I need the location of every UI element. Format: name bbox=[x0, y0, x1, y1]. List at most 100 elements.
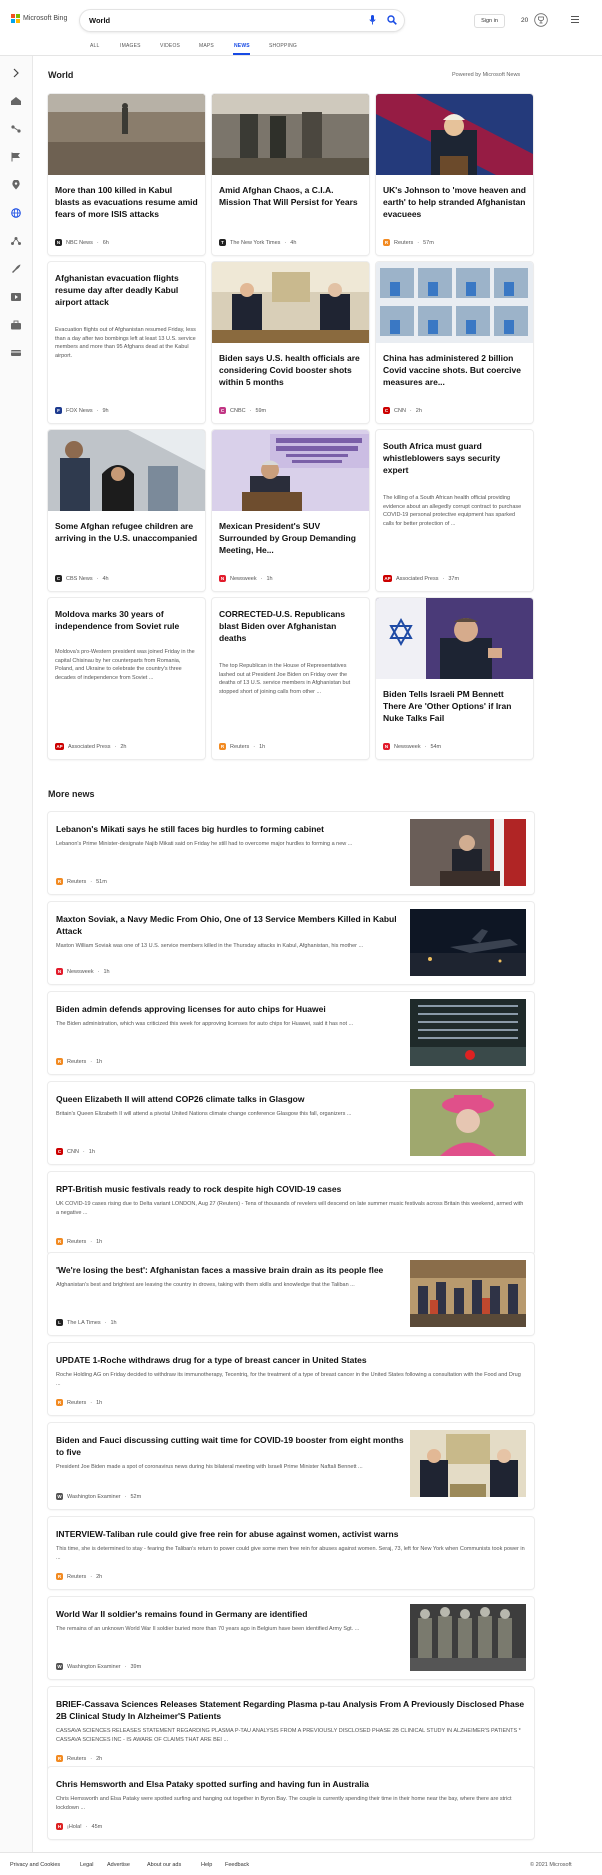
news-card[interactable]: Mexican President's SUV Surrounded by Gr… bbox=[212, 430, 369, 591]
publisher-name[interactable]: Reuters bbox=[67, 1239, 86, 1245]
microphone-icon[interactable] bbox=[369, 15, 376, 25]
card-title[interactable]: South Africa must guard whistleblowers s… bbox=[383, 440, 526, 476]
location-pin-icon[interactable] bbox=[10, 180, 22, 190]
publisher-name[interactable]: Associated Press bbox=[68, 744, 111, 750]
card-title[interactable]: China has administered 2 billion Covid v… bbox=[383, 352, 526, 388]
publisher-name[interactable]: Associated Press bbox=[396, 576, 439, 582]
rewards-trophy-icon[interactable] bbox=[534, 13, 548, 27]
news-list-item[interactable]: 'We're losing the best': Afghanistan fac… bbox=[48, 1253, 534, 1335]
footer-link-advertise[interactable]: Advertise bbox=[107, 1862, 130, 1868]
news-title[interactable]: UPDATE 1-Roche withdraws drug for a type… bbox=[56, 1354, 526, 1366]
news-title[interactable]: Lebanon's Mikati says he still faces big… bbox=[56, 823, 408, 835]
publisher-name[interactable]: ¡Hola! bbox=[67, 1824, 82, 1830]
card-title[interactable]: Amid Afghan Chaos, a C.I.A. Mission That… bbox=[219, 184, 362, 208]
publisher-name[interactable]: Reuters bbox=[67, 1400, 86, 1406]
publisher-name[interactable]: NBC News bbox=[66, 240, 93, 246]
card-title[interactable]: Biden Tells Israeli PM Bennett There Are… bbox=[383, 688, 526, 724]
news-list-item[interactable]: RPT-British music festivals ready to roc… bbox=[48, 1172, 534, 1254]
footer-link-about-ads[interactable]: About our ads bbox=[147, 1862, 181, 1868]
tab-images[interactable]: IMAGES bbox=[120, 43, 141, 49]
news-card[interactable]: More than 100 killed in Kabul blasts as … bbox=[48, 94, 205, 255]
card-title[interactable]: Moldova marks 30 years of independence f… bbox=[55, 608, 198, 632]
publisher-name[interactable]: Newsweek bbox=[67, 969, 94, 975]
news-card[interactable]: UK's Johnson to 'move heaven and earth' … bbox=[376, 94, 533, 255]
news-title[interactable]: INTERVIEW-Taliban rule could give free r… bbox=[56, 1528, 526, 1540]
nodes-icon[interactable] bbox=[10, 236, 22, 246]
footer-link-help[interactable]: Help bbox=[201, 1862, 212, 1868]
expand-arrow-icon[interactable] bbox=[10, 68, 22, 78]
flag-icon[interactable] bbox=[10, 152, 22, 162]
news-list-item[interactable]: Biden admin defends approving licenses f… bbox=[48, 992, 534, 1074]
tab-shopping[interactable]: SHOPPING bbox=[269, 43, 297, 49]
news-card[interactable]: CORRECTED-U.S. Republicans blast Biden o… bbox=[212, 598, 369, 759]
news-card[interactable]: Amid Afghan Chaos, a C.I.A. Mission That… bbox=[212, 94, 369, 255]
tab-all[interactable]: ALL bbox=[90, 43, 100, 49]
news-list-item[interactable]: Chris Hemsworth and Elsa Pataky spotted … bbox=[48, 1767, 534, 1839]
news-list-item[interactable]: World War II soldier's remains found in … bbox=[48, 1597, 534, 1679]
news-title[interactable]: RPT-British music festivals ready to roc… bbox=[56, 1183, 526, 1195]
search-icon[interactable] bbox=[387, 15, 397, 25]
card-title[interactable]: More than 100 killed in Kabul blasts as … bbox=[55, 184, 198, 220]
news-card[interactable]: Moldova marks 30 years of independence f… bbox=[48, 598, 205, 759]
card-title[interactable]: Biden says U.S. health officials are con… bbox=[219, 352, 362, 388]
publisher-name[interactable]: Newsweek bbox=[230, 576, 257, 582]
news-title[interactable]: World War II soldier's remains found in … bbox=[56, 1608, 408, 1620]
publisher-name[interactable]: FOX News bbox=[66, 408, 93, 414]
publisher-name[interactable]: Washington Examiner bbox=[67, 1494, 121, 1500]
news-title[interactable]: 'We're losing the best': Afghanistan fac… bbox=[56, 1264, 408, 1276]
news-title[interactable]: Biden admin defends approving licenses f… bbox=[56, 1003, 408, 1015]
publisher-name[interactable]: CNBC bbox=[230, 408, 246, 414]
rocket-icon[interactable] bbox=[10, 264, 22, 274]
news-title[interactable]: Maxton Soviak, a Navy Medic From Ohio, O… bbox=[56, 913, 408, 937]
footer-link-feedback[interactable]: Feedback bbox=[225, 1862, 249, 1868]
publisher-name[interactable]: The New York Times bbox=[230, 240, 280, 246]
publisher-name[interactable]: Washington Examiner bbox=[67, 1664, 121, 1670]
publisher-name[interactable]: Reuters bbox=[67, 1059, 86, 1065]
tab-maps[interactable]: MAPS bbox=[199, 43, 214, 49]
news-title[interactable]: Biden and Fauci discussing cutting wait … bbox=[56, 1434, 408, 1458]
news-card[interactable]: Afghanistan evacuation flights resume da… bbox=[48, 262, 205, 423]
publisher-name[interactable]: Reuters bbox=[67, 1756, 86, 1762]
news-card[interactable]: Biden Tells Israeli PM Bennett There Are… bbox=[376, 598, 533, 759]
news-card[interactable]: South Africa must guard whistleblowers s… bbox=[376, 430, 533, 591]
news-list-item[interactable]: Maxton Soviak, a Navy Medic From Ohio, O… bbox=[48, 902, 534, 984]
news-title[interactable]: BRIEF-Cassava Sciences Releases Statemen… bbox=[56, 1698, 526, 1722]
globe-icon[interactable] bbox=[10, 208, 22, 218]
business-icon[interactable] bbox=[10, 320, 22, 330]
home-icon[interactable] bbox=[10, 96, 22, 106]
publisher-name[interactable]: CNN bbox=[394, 408, 406, 414]
publisher-name[interactable]: Reuters bbox=[67, 879, 86, 885]
news-title[interactable]: Chris Hemsworth and Elsa Pataky spotted … bbox=[56, 1778, 526, 1790]
publisher-name[interactable]: The LA Times bbox=[67, 1320, 101, 1326]
news-card[interactable]: Some Afghan refugee children are arrivin… bbox=[48, 430, 205, 591]
bing-logo[interactable]: Microsoft Bing bbox=[11, 14, 67, 23]
news-list-item[interactable]: BRIEF-Cassava Sciences Releases Statemen… bbox=[48, 1687, 534, 1771]
sign-in-button[interactable]: Sign in bbox=[474, 14, 505, 28]
card-title[interactable]: CORRECTED-U.S. Republicans blast Biden o… bbox=[219, 608, 362, 644]
card-title[interactable]: Mexican President's SUV Surrounded by Gr… bbox=[219, 520, 362, 556]
publisher-name[interactable]: CBS News bbox=[66, 576, 93, 582]
card-title[interactable]: Afghanistan evacuation flights resume da… bbox=[55, 272, 198, 308]
tab-news[interactable]: NEWS bbox=[234, 43, 250, 49]
news-list-item[interactable]: INTERVIEW-Taliban rule could give free r… bbox=[48, 1517, 534, 1589]
publisher-name[interactable]: Newsweek bbox=[394, 744, 421, 750]
news-card[interactable]: China has administered 2 billion Covid v… bbox=[376, 262, 533, 423]
footer-link-privacy[interactable]: Privacy and Cookies bbox=[10, 1862, 60, 1868]
news-list-item[interactable]: Biden and Fauci discussing cutting wait … bbox=[48, 1423, 534, 1509]
news-list-item[interactable]: Lebanon's Mikati says he still faces big… bbox=[48, 812, 534, 894]
tab-videos[interactable]: VIDEOS bbox=[160, 43, 180, 49]
science-icon[interactable] bbox=[10, 124, 22, 134]
money-icon[interactable] bbox=[10, 348, 22, 358]
publisher-name[interactable]: Reuters bbox=[230, 744, 249, 750]
footer-link-legal[interactable]: Legal bbox=[80, 1862, 93, 1868]
card-title[interactable]: Some Afghan refugee children are arrivin… bbox=[55, 520, 198, 544]
card-title[interactable]: UK's Johnson to 'move heaven and earth' … bbox=[383, 184, 526, 220]
news-list-item[interactable]: Queen Elizabeth II will attend COP26 cli… bbox=[48, 1082, 534, 1164]
entertainment-icon[interactable] bbox=[10, 292, 22, 302]
publisher-name[interactable]: CNN bbox=[67, 1149, 79, 1155]
hamburger-menu-icon[interactable] bbox=[571, 16, 579, 23]
publisher-name[interactable]: Reuters bbox=[67, 1574, 86, 1580]
news-title[interactable]: Queen Elizabeth II will attend COP26 cli… bbox=[56, 1093, 408, 1105]
news-card[interactable]: Biden says U.S. health officials are con… bbox=[212, 262, 369, 423]
news-list-item[interactable]: UPDATE 1-Roche withdraws drug for a type… bbox=[48, 1343, 534, 1415]
